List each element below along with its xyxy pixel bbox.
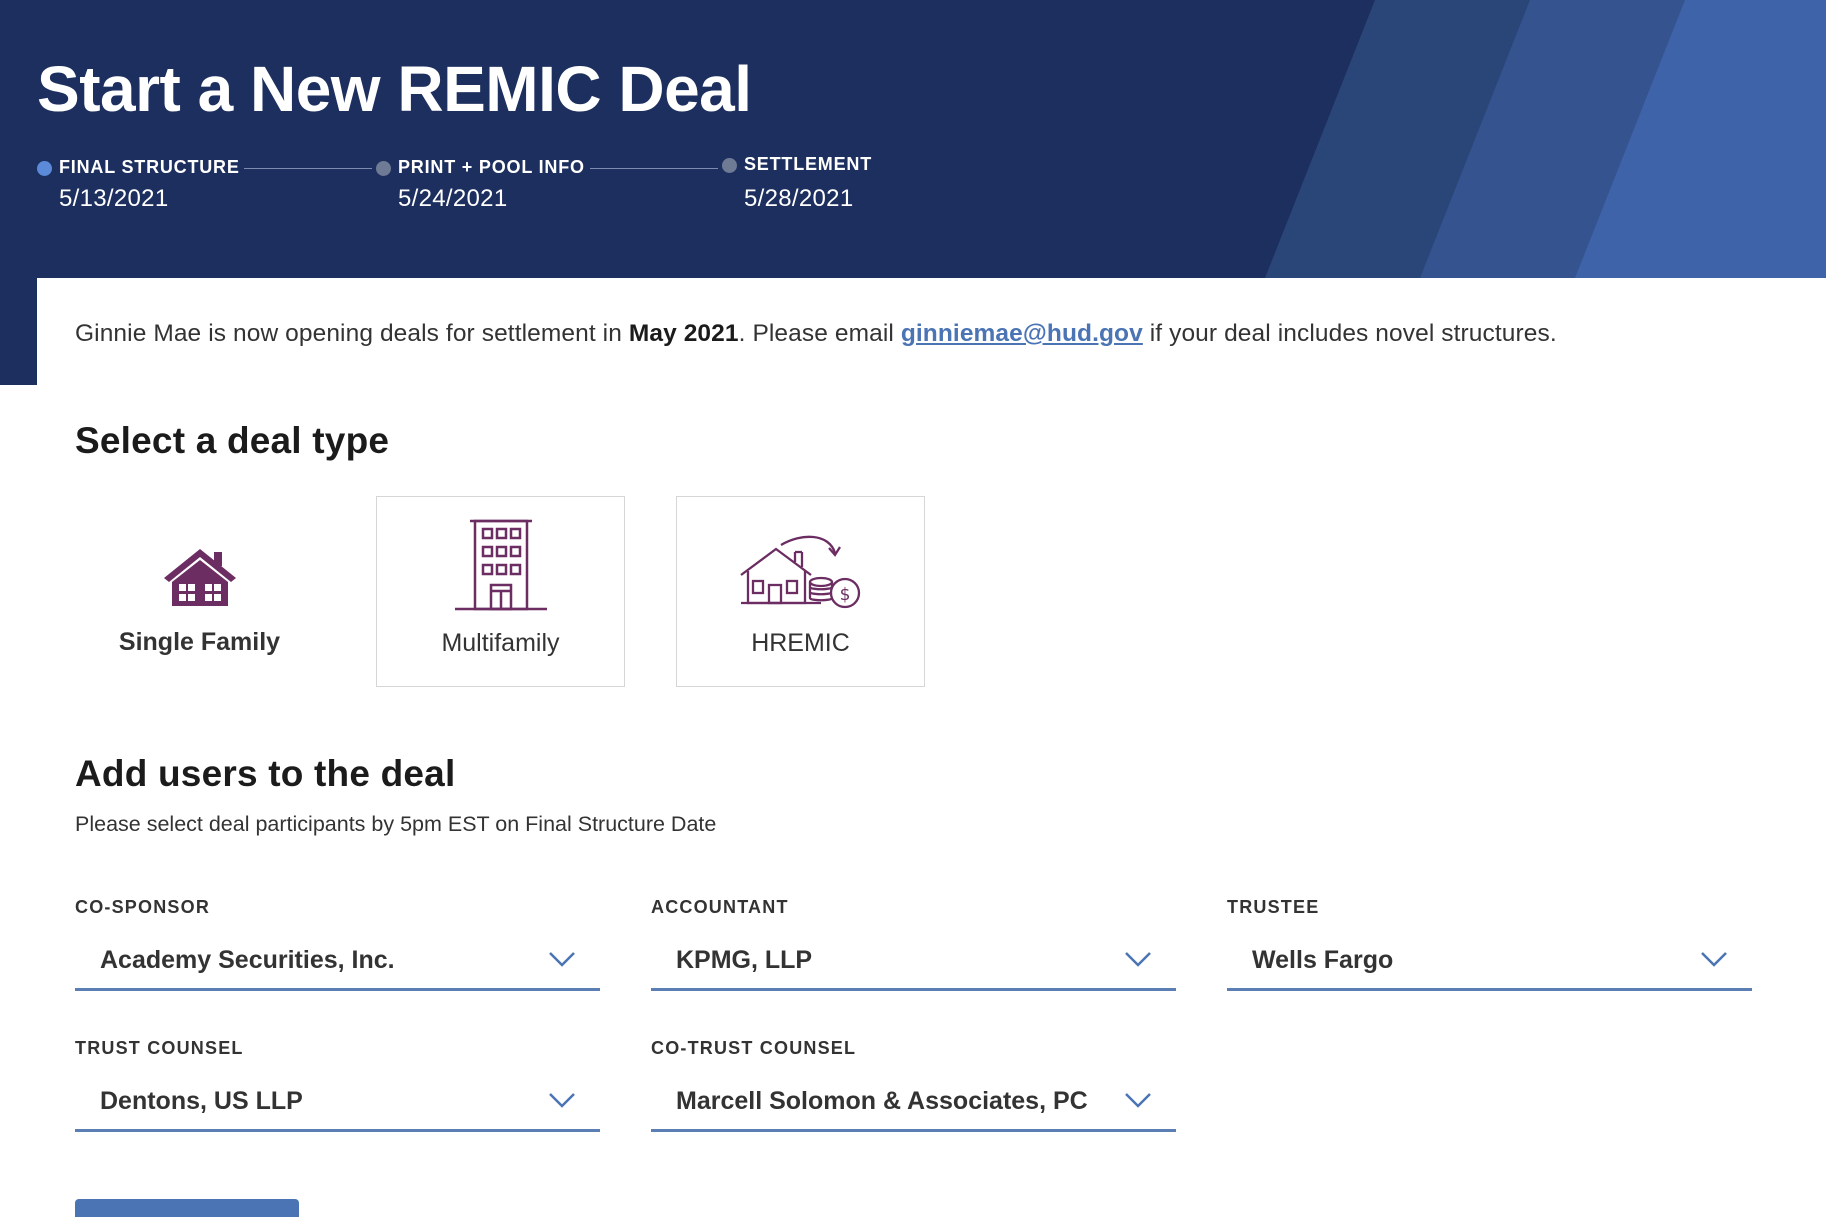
submit-button[interactable] [75, 1199, 299, 1217]
header-left-band [0, 278, 37, 385]
timeline-step-label: PRINT + POOL INFO [398, 157, 585, 177]
svg-text:$: $ [839, 585, 850, 605]
chevron-down-icon [1125, 952, 1151, 967]
chevron-down-icon [549, 1093, 575, 1108]
deal-type-multifamily[interactable]: Multifamily [376, 496, 625, 687]
settlement-notice: Ginnie Mae is now opening deals for sett… [75, 320, 1557, 348]
building-icon [377, 517, 624, 613]
timeline-dot [722, 158, 737, 173]
header-decoration [1265, 0, 1826, 278]
notice-month: May 2021 [628, 320, 739, 347]
select-value: KPMG, LLP [676, 946, 813, 974]
deal-type-hremic[interactable]: $ HREMIC [676, 496, 925, 687]
page-header: Start a New REMIC Deal FINAL STRUCTURE 5… [0, 0, 1826, 278]
deal-type-single-family[interactable]: Single Family [75, 496, 324, 687]
field-label: TRUST COUNSEL [75, 1038, 244, 1058]
timeline-connector [244, 168, 372, 169]
house-money-icon: $ [677, 535, 924, 611]
house-icon [75, 548, 324, 606]
deal-type-label: Multifamily [441, 629, 560, 657]
timeline-step-date: 5/24/2021 [398, 185, 508, 212]
field-label: ACCOUNTANT [651, 897, 789, 917]
select-value: Academy Securities, Inc. [100, 946, 395, 974]
notice-text: if your deal includes novel structures. [1142, 320, 1557, 347]
timeline-dot [376, 161, 391, 176]
page-title: Start a New REMIC Deal [37, 53, 752, 125]
field-label: TRUSTEE [1227, 897, 1320, 917]
timeline-step-label: SETTLEMENT [744, 154, 872, 174]
add-users-heading: Add users to the deal [75, 753, 456, 794]
co-trust-counsel-select[interactable]: Marcell Solomon & Associates, PC [651, 1072, 1176, 1132]
add-users-subtitle: Please select deal participants by 5pm E… [75, 812, 717, 836]
co-sponsor-select[interactable]: Academy Securities, Inc. [75, 931, 600, 991]
timeline-step-date: 5/28/2021 [744, 185, 854, 212]
trust-counsel-select[interactable]: Dentons, US LLP [75, 1072, 600, 1132]
timeline-connector [590, 168, 718, 169]
notice-text: . Please email [738, 320, 901, 347]
timeline-dot-active [37, 161, 52, 176]
select-value: Dentons, US LLP [100, 1087, 303, 1115]
accountant-select[interactable]: KPMG, LLP [651, 931, 1176, 991]
select-value: Marcell Solomon & Associates, PC [676, 1087, 1088, 1115]
timeline-step-date: 5/13/2021 [59, 185, 169, 212]
chevron-down-icon [1701, 952, 1727, 967]
deal-type-label: HREMIC [751, 629, 850, 657]
email-link[interactable]: ginniemae@hud.gov [901, 320, 1143, 347]
field-label: CO-SPONSOR [75, 897, 211, 917]
notice-text: Ginnie Mae is now opening deals for sett… [75, 320, 629, 347]
trustee-select[interactable]: Wells Fargo [1227, 931, 1752, 991]
deal-timeline: FINAL STRUCTURE 5/13/2021 PRINT + POOL I… [37, 152, 897, 222]
chevron-down-icon [1125, 1093, 1151, 1108]
deal-type-label: Single Family [118, 628, 281, 656]
select-value: Wells Fargo [1252, 946, 1394, 974]
deal-type-heading: Select a deal type [75, 420, 390, 461]
timeline-step-label: FINAL STRUCTURE [59, 157, 240, 177]
field-label: CO-TRUST COUNSEL [651, 1038, 857, 1058]
chevron-down-icon [549, 952, 575, 967]
